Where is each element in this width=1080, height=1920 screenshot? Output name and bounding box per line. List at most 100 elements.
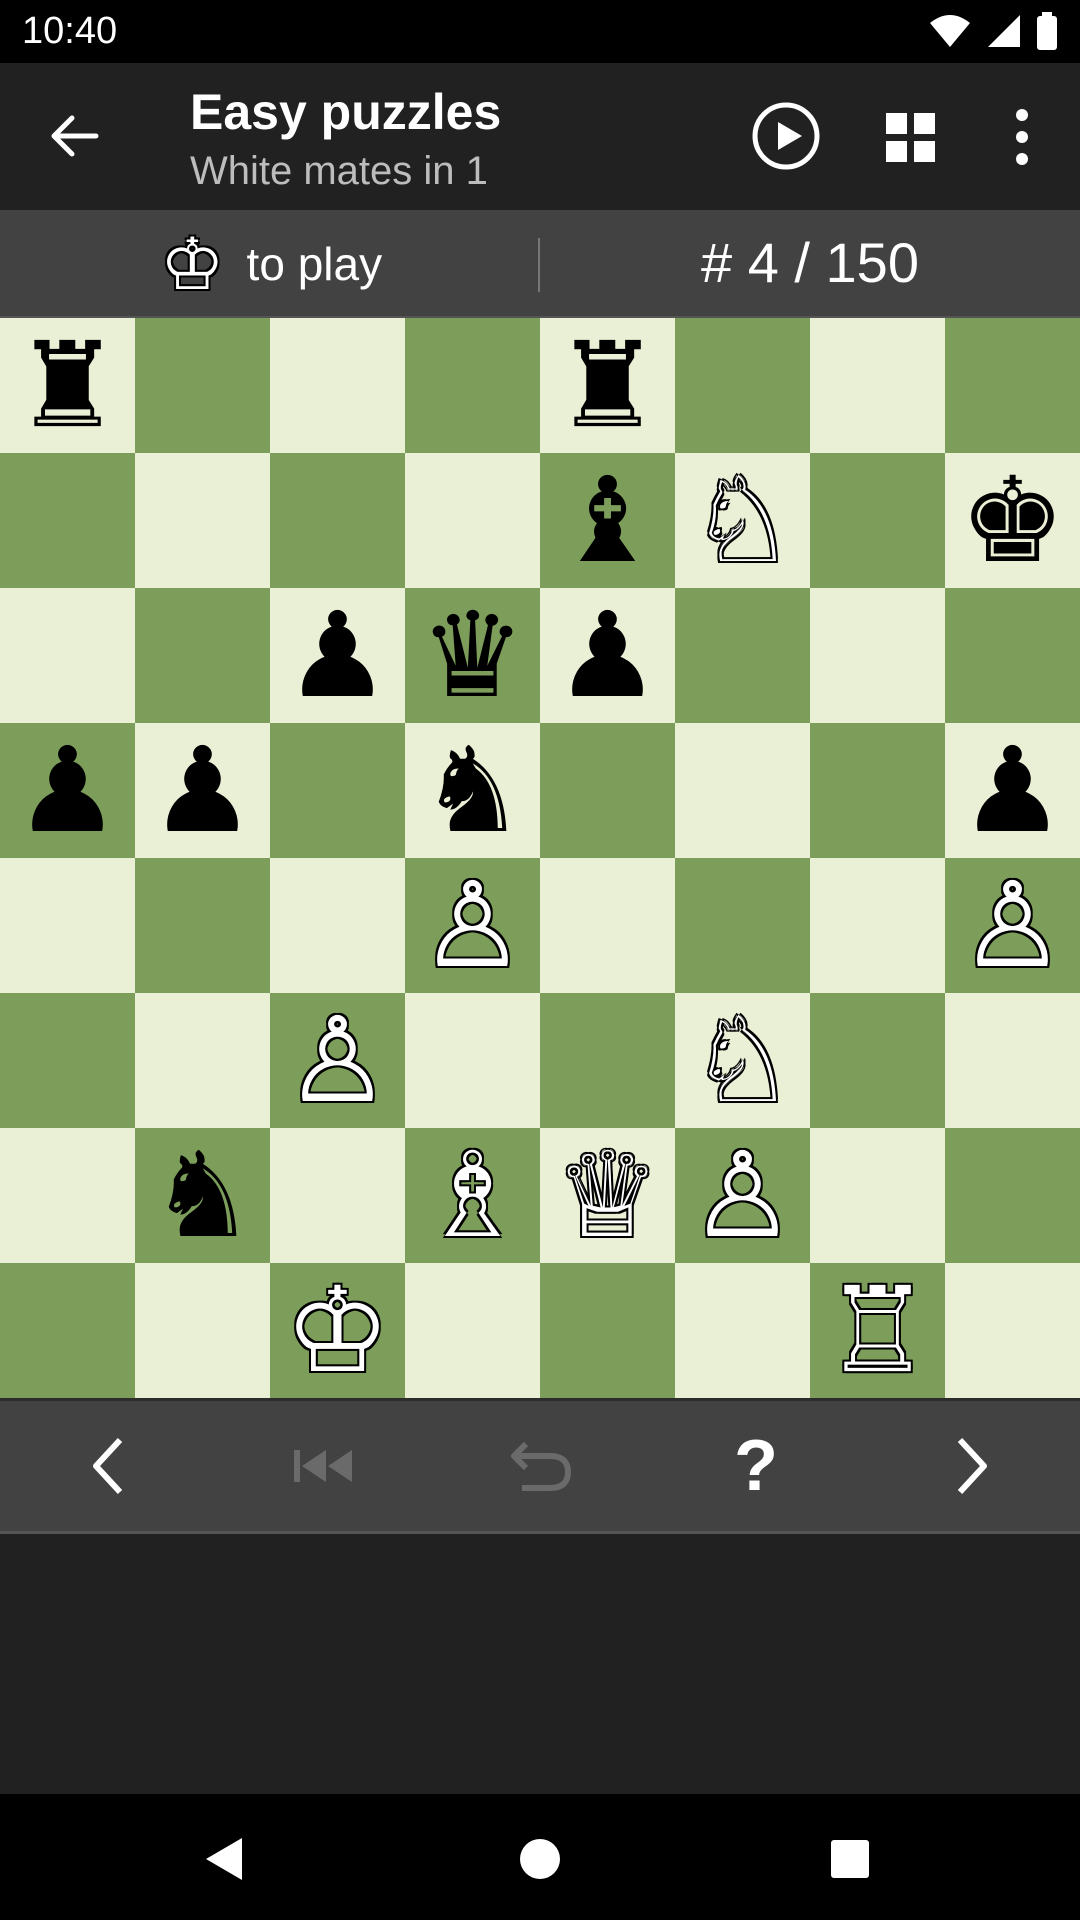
puzzle-grid-button[interactable] [886,113,936,163]
back-button[interactable] [40,101,110,171]
square-f4[interactable] [675,858,810,993]
square-f5[interactable] [675,723,810,858]
square-c1[interactable]: ♔ [270,1263,405,1398]
square-f2[interactable]: ♙ [675,1128,810,1263]
square-f1[interactable] [675,1263,810,1398]
square-c7[interactable] [270,453,405,588]
white-pawn-icon[interactable]: ♙ [420,858,526,993]
square-d2[interactable]: ♗ [405,1128,540,1263]
square-a5[interactable]: ♟ [0,723,135,858]
white-rook-icon[interactable]: ♖ [825,1263,931,1398]
square-c6[interactable]: ♟ [270,588,405,723]
square-a1[interactable] [0,1263,135,1398]
black-pawn-icon[interactable]: ♟ [555,588,661,723]
square-g6[interactable] [810,588,945,723]
square-e7[interactable]: ♝ [540,453,675,588]
system-recents-button[interactable] [815,1824,885,1894]
square-d5[interactable]: ♞ [405,723,540,858]
first-move-button[interactable] [264,1406,384,1526]
square-h5[interactable]: ♟ [945,723,1080,858]
square-d6[interactable]: ♛ [405,588,540,723]
chess-board[interactable]: ♜ ♜ ♝ ♘ ♚ ♟ ♛ ♟ ♟ ♟ ♞ ♟ ♙ ♙ ♙ ♘ ♞ ♗ ♕ ♙ ♔ ♖ [0,318,1080,1398]
square-b5[interactable]: ♟ [135,723,270,858]
white-queen-icon[interactable]: ♕ [555,1128,661,1263]
black-rook-icon[interactable]: ♜ [15,318,121,453]
black-bishop-icon[interactable]: ♝ [555,453,661,588]
system-back-button[interactable] [190,1824,260,1894]
square-b7[interactable] [135,453,270,588]
square-b6[interactable] [135,588,270,723]
play-button[interactable] [750,100,822,172]
square-h8[interactable] [945,318,1080,453]
square-d4[interactable]: ♙ [405,858,540,993]
square-h7[interactable]: ♚ [945,453,1080,588]
square-e3[interactable] [540,993,675,1128]
white-knight-icon[interactable]: ♘ [690,453,796,588]
square-e8[interactable]: ♜ [540,318,675,453]
square-b8[interactable] [135,318,270,453]
square-f3[interactable]: ♘ [675,993,810,1128]
undo-button[interactable] [480,1406,600,1526]
white-bishop-icon[interactable]: ♗ [420,1128,526,1263]
square-h2[interactable] [945,1128,1080,1263]
square-e6[interactable]: ♟ [540,588,675,723]
previous-puzzle-button[interactable] [48,1406,168,1526]
square-a8[interactable]: ♜ [0,318,135,453]
black-rook-icon[interactable]: ♜ [555,318,661,453]
square-g7[interactable] [810,453,945,588]
square-g8[interactable] [810,318,945,453]
white-pawn-icon[interactable]: ♙ [960,858,1066,993]
black-pawn-icon[interactable]: ♟ [15,723,121,858]
square-c2[interactable] [270,1128,405,1263]
black-knight-icon[interactable]: ♞ [150,1128,256,1263]
square-e5[interactable] [540,723,675,858]
square-a7[interactable] [0,453,135,588]
square-d1[interactable] [405,1263,540,1398]
square-b2[interactable]: ♞ [135,1128,270,1263]
overflow-menu-button[interactable] [1006,107,1038,167]
square-e1[interactable] [540,1263,675,1398]
square-c4[interactable] [270,858,405,993]
system-home-button[interactable] [505,1824,575,1894]
white-knight-icon[interactable]: ♘ [690,993,796,1128]
square-f8[interactable] [675,318,810,453]
square-g2[interactable] [810,1128,945,1263]
square-c5[interactable] [270,723,405,858]
square-h4[interactable]: ♙ [945,858,1080,993]
white-pawn-icon[interactable]: ♙ [285,993,391,1128]
square-d8[interactable] [405,318,540,453]
square-h6[interactable] [945,588,1080,723]
square-g1[interactable]: ♖ [810,1263,945,1398]
square-g3[interactable] [810,993,945,1128]
black-knight-icon[interactable]: ♞ [420,723,526,858]
black-pawn-icon[interactable]: ♟ [285,588,391,723]
white-king-icon[interactable]: ♔ [285,1263,391,1398]
square-d7[interactable] [405,453,540,588]
square-a6[interactable] [0,588,135,723]
black-queen-icon[interactable]: ♛ [420,588,526,723]
square-c8[interactable] [270,318,405,453]
black-king-icon[interactable]: ♚ [960,453,1066,588]
square-b3[interactable] [135,993,270,1128]
square-h3[interactable] [945,993,1080,1128]
square-a4[interactable] [0,858,135,993]
black-pawn-icon[interactable]: ♟ [960,723,1066,858]
square-e2[interactable]: ♕ [540,1128,675,1263]
square-c3[interactable]: ♙ [270,993,405,1128]
square-a3[interactable] [0,993,135,1128]
square-b1[interactable] [135,1263,270,1398]
square-g5[interactable] [810,723,945,858]
square-g4[interactable] [810,858,945,993]
square-f7[interactable]: ♘ [675,453,810,588]
square-a2[interactable] [0,1128,135,1263]
hint-button[interactable]: ? [696,1406,816,1526]
square-e4[interactable] [540,858,675,993]
black-pawn-icon[interactable]: ♟ [150,723,256,858]
square-b4[interactable] [135,858,270,993]
square-f6[interactable] [675,588,810,723]
next-puzzle-button[interactable] [912,1406,1032,1526]
white-pawn-icon[interactable]: ♙ [690,1128,796,1263]
square-h1[interactable] [945,1263,1080,1398]
square-d3[interactable] [405,993,540,1128]
home-circle-icon [520,1839,560,1879]
